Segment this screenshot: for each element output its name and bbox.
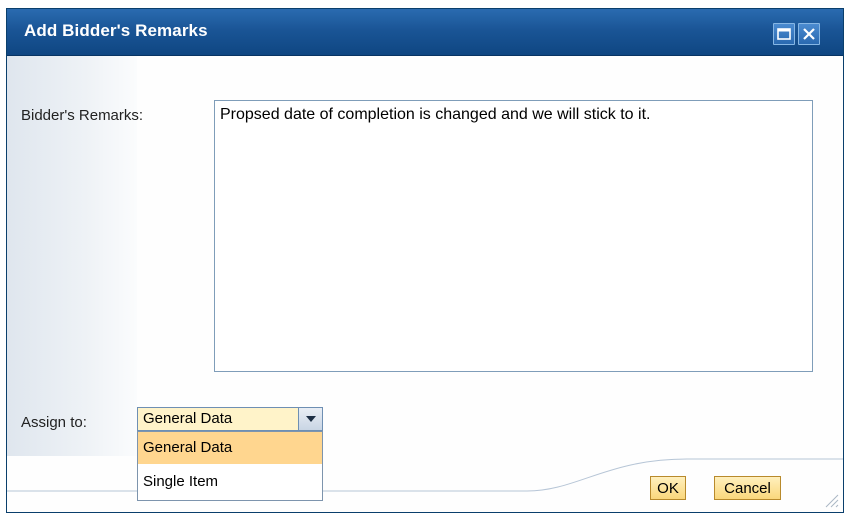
remarks-label: Bidder's Remarks: bbox=[21, 107, 144, 124]
add-bidders-remarks-dialog: Add Bidder's Remarks Bidder's Remarks: P… bbox=[6, 8, 844, 513]
dropdown-option-general-data[interactable]: General Data bbox=[138, 432, 322, 464]
option-label: General Data bbox=[143, 439, 233, 456]
assign-to-select[interactable]: General Data bbox=[137, 407, 323, 431]
assign-to-dropdown-list: General Data Single Item bbox=[137, 431, 323, 501]
dropdown-arrow-button[interactable] bbox=[298, 408, 322, 430]
dialog-title: Add Bidder's Remarks bbox=[24, 21, 208, 40]
ok-button[interactable]: OK bbox=[650, 476, 686, 500]
assign-to-selected-value: General Data bbox=[143, 410, 233, 427]
chevron-down-icon bbox=[305, 416, 316, 422]
remarks-textarea[interactable]: Propsed date of completion is changed an… bbox=[214, 100, 813, 372]
maximize-button[interactable] bbox=[773, 23, 795, 45]
resize-grip-icon[interactable] bbox=[823, 492, 839, 508]
dialog-title-bar[interactable]: Add Bidder's Remarks bbox=[7, 9, 843, 56]
close-icon bbox=[803, 28, 815, 40]
dropdown-option-single-item[interactable]: Single Item bbox=[138, 466, 322, 498]
maximize-icon bbox=[777, 28, 791, 40]
close-button[interactable] bbox=[798, 23, 820, 45]
option-label: Single Item bbox=[143, 473, 219, 490]
assign-to-label: Assign to: bbox=[21, 414, 87, 431]
cancel-button[interactable]: Cancel bbox=[714, 476, 781, 500]
